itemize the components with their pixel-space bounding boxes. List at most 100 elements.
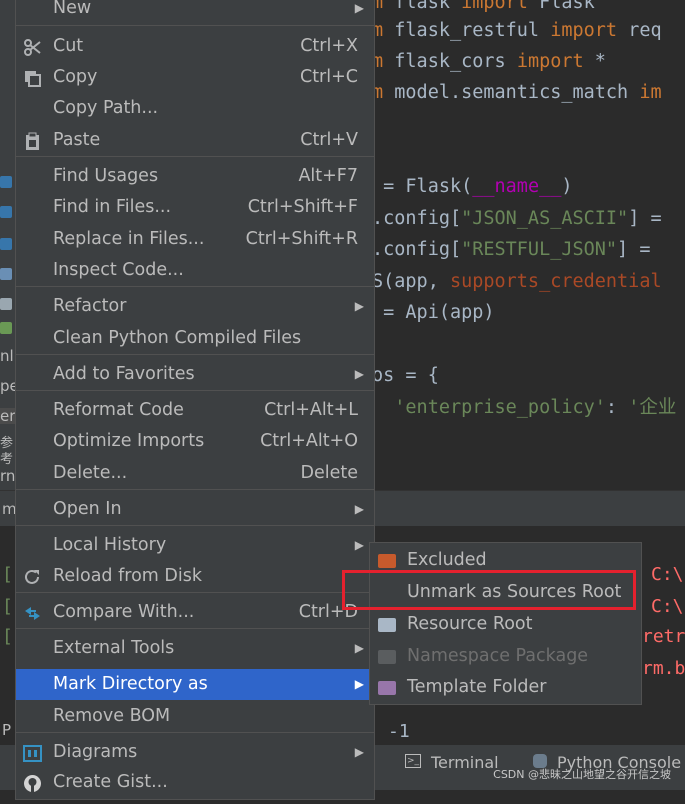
submenu-item-label: Namespace Package [407, 646, 589, 666]
excluded-folder-icon [378, 554, 396, 568]
menu-item-shortcut: Ctrl+C [299, 67, 358, 87]
menu-item-label: Reformat Code [53, 400, 184, 420]
python-file-icon [0, 176, 12, 188]
code-text: .config["JSON_AS_ASCII"] = [372, 208, 662, 229]
copy-icon [23, 68, 42, 87]
console-line: retr [642, 626, 685, 647]
code-line: .config["RESTFUL_JSON"] = [372, 236, 650, 264]
compare-icon [23, 603, 42, 622]
menu-item-reload-from-disk[interactable]: Reload from Disk [16, 561, 374, 592]
menu-item-label: Remove BOM [53, 706, 171, 726]
menu-item-remove-bom[interactable]: Remove BOM [16, 701, 374, 732]
template-folder-icon [378, 681, 396, 695]
menu-item-reformat-code[interactable]: Reformat Code Ctrl+Alt+L [16, 395, 374, 426]
code-line: m flask import Flask [372, 0, 595, 17]
code-token: m [372, 20, 395, 41]
tree-label[interactable]: pe [0, 378, 16, 394]
menu-separator [16, 592, 374, 593]
submenu-item-resource-root[interactable]: Resource Root [370, 609, 641, 640]
menu-item-label: Delete... [53, 463, 128, 483]
github-icon [23, 773, 42, 792]
menu-item-delete[interactable]: Delete... Delete [16, 458, 374, 489]
menu-item-local-history[interactable]: Local History ▶ [16, 530, 374, 561]
code-text: = Api(app) [372, 302, 495, 323]
menu-item-label: Open In [53, 499, 122, 519]
diagram-icon [23, 743, 42, 762]
submenu-item-namespace-package: Namespace Package [370, 641, 641, 672]
code-token: m [372, 82, 395, 103]
menu-item-create-gist[interactable]: Create Gist... [16, 767, 374, 798]
menu-separator [16, 390, 374, 391]
submenu-item-label: Template Folder [407, 677, 547, 697]
submenu-arrow-icon: ▶ [354, 502, 364, 516]
code-token: flask_restful [394, 20, 551, 41]
code-line: m flask_restful import req [372, 17, 662, 45]
code-line: S(app, supports_credential [372, 268, 662, 296]
menu-item-diagrams[interactable]: Diagrams ▶ [16, 737, 374, 768]
code-line: m model.semantics_match im [372, 79, 662, 107]
menu-item-compare-with[interactable]: Compare With... Ctrl+D [16, 597, 374, 628]
menu-item-copy-path[interactable]: Copy Path... [16, 93, 374, 124]
submenu-arrow-icon: ▶ [354, 538, 364, 552]
context-menu: New ▶ Cut Ctrl+X Copy Ctrl+C Copy Path... Paste… [15, 0, 375, 800]
bracket: [ [2, 564, 13, 585]
menu-item-shortcut: Ctrl+Shift+R [245, 229, 358, 249]
menu-item-label: Add to Favorites [53, 364, 195, 384]
code-token: im [639, 82, 662, 103]
submenu-arrow-icon: ▶ [354, 745, 364, 759]
menu-item-shortcut: Alt+F7 [298, 166, 358, 186]
resource-folder-icon [378, 618, 396, 632]
menu-item-label: Inspect Code... [53, 260, 184, 280]
code-text: = Flask(__name__) [372, 176, 573, 197]
file-icon [0, 322, 12, 334]
code-line: = Flask(__name__) [372, 173, 573, 201]
menu-separator [16, 525, 374, 526]
menu-item-find-usages[interactable]: Find Usages Alt+F7 [16, 161, 374, 192]
menu-item-paste[interactable]: Paste Ctrl+V [16, 125, 374, 156]
menu-item-label: Local History [53, 535, 167, 555]
menu-item-label: Paste [53, 130, 101, 150]
watermark: CSDN @悲昧之山地望之谷开信之坡 [493, 768, 671, 781]
code-text: .config["RESTFUL_JSON"] = [372, 239, 651, 260]
menu-separator [16, 732, 374, 733]
menu-item-find-in-files[interactable]: Find in Files... Ctrl+Shift+F [16, 192, 374, 223]
menu-item-shortcut: Ctrl+Shift+F [247, 197, 358, 217]
tree-label[interactable]: er [0, 408, 16, 424]
menu-item-inspect-code[interactable]: Inspect Code... [16, 255, 374, 286]
submenu-item-label: Resource Root [407, 614, 533, 634]
menu-item-cut[interactable]: Cut Ctrl+X [16, 31, 374, 62]
menu-item-mark-directory-as[interactable]: Mark Directory as ▶ [16, 669, 374, 700]
submenu-arrow-icon: ▶ [354, 1, 364, 15]
console-value: -1 [388, 721, 410, 742]
menu-item-refactor[interactable]: Refactor ▶ [16, 291, 374, 322]
menu-item-open-in[interactable]: Open In ▶ [16, 494, 374, 525]
code-token: * [594, 51, 606, 72]
code-token: import [550, 20, 629, 41]
submenu-arrow-icon: ▶ [354, 641, 364, 655]
menu-item-optimize-imports[interactable]: Optimize Imports Ctrl+Alt+O [16, 426, 374, 457]
menu-separator [16, 489, 374, 490]
menu-item-new[interactable]: New ▶ [16, 0, 374, 24]
menu-item-label: Mark Directory as [53, 674, 208, 694]
terminal-tab[interactable]: Terminal [431, 753, 499, 772]
tree-label[interactable]: nl [0, 348, 16, 364]
menu-item-shortcut: Ctrl+Alt+L [264, 400, 358, 420]
code-token: req [628, 20, 662, 41]
code-token: m [372, 0, 395, 13]
bracket: [ [2, 626, 13, 647]
terminal-icon: >_ [405, 754, 421, 768]
menu-item-copy[interactable]: Copy Ctrl+C [16, 62, 374, 93]
file-icon [0, 298, 12, 310]
python-file-icon [0, 238, 12, 250]
menu-item-label: Create Gist... [53, 772, 168, 792]
menu-item-external-tools[interactable]: External Tools ▶ [16, 633, 374, 664]
tree-label[interactable]: rn [0, 468, 16, 484]
tree-label[interactable]: 参考 [0, 436, 16, 467]
submenu-arrow-icon: ▶ [354, 299, 364, 313]
menu-item-replace-in-files[interactable]: Replace in Files... Ctrl+Shift+R [16, 224, 374, 255]
console-line: rm.b [642, 658, 685, 679]
menu-separator [16, 628, 374, 629]
menu-item-add-to-favorites[interactable]: Add to Favorites ▶ [16, 359, 374, 390]
submenu-item-template-folder[interactable]: Template Folder [370, 672, 641, 703]
menu-item-clean-python-compiled-files[interactable]: Clean Python Compiled Files [16, 323, 374, 354]
